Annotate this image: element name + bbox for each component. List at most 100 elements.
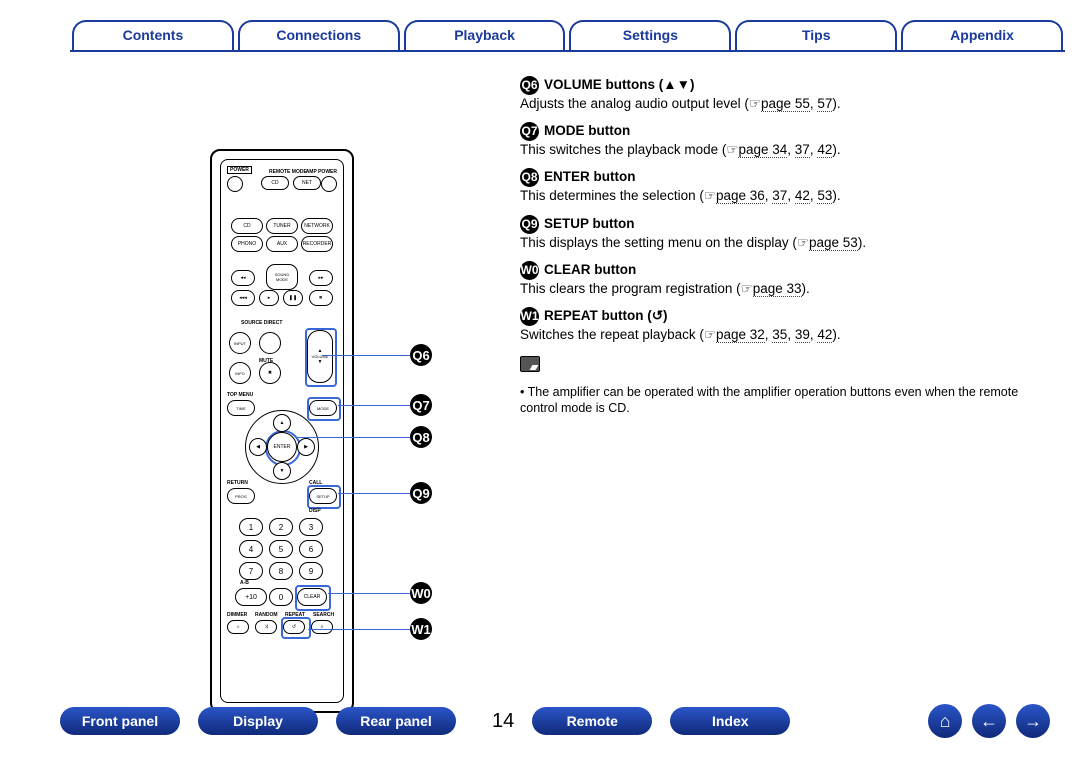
numpad-plus10: +10 [235, 588, 267, 606]
remote-right: ▶ [297, 438, 315, 456]
remote-info: INFO [229, 362, 251, 384]
label-topmenu: TOP MENU [227, 392, 253, 398]
desc-text-18: This determines the selection (☞page 36,… [520, 187, 1040, 205]
remote-mute: ✖ [259, 362, 281, 384]
page-link[interactable]: 42 [817, 327, 832, 343]
tab-connections[interactable]: Connections [238, 20, 400, 50]
remote-stop: ◾ [309, 290, 333, 306]
remote-illustration: POWER REMOTE MODE AMP POWER CD NET CD TU… [210, 149, 370, 709]
remote-search: ⌕ [311, 620, 333, 634]
bullet-20: W0 [520, 261, 539, 280]
note-section: The amplifier can be operated with the a… [520, 356, 1040, 417]
bullet-18: Q8 [520, 168, 539, 187]
desc-item-17: Q7MODE buttonThis switches the playback … [520, 122, 1040, 159]
remote-aux: AUX [266, 236, 298, 252]
remote-volume: ▲ VOLUME ▼ [307, 330, 333, 383]
callout-16: Q6 [410, 344, 432, 366]
remote-network: NETWORK [301, 218, 333, 234]
desc-text-21: Switches the repeat playback (☞page 32, … [520, 326, 1040, 344]
nav-remote[interactable]: Remote [532, 707, 652, 735]
remote-play: ▸ [259, 290, 279, 306]
remote-clear: CLEAR [297, 588, 327, 606]
pointer-icon: ☞ [749, 96, 761, 111]
page-link[interactable]: 53 [817, 188, 832, 204]
label-remote-mode: REMOTE MODE [269, 169, 307, 175]
remote-mode: MODE [309, 400, 337, 416]
note-text: The amplifier can be operated with the a… [520, 384, 1040, 418]
numpad-2: 2 [269, 518, 293, 536]
desc-text-16: Adjusts the analog audio output level (☞… [520, 95, 1040, 113]
page-link[interactable]: 37 [772, 188, 787, 204]
desc-text-17: This switches the playback mode (☞page 3… [520, 141, 1040, 159]
remote-time: TIME [227, 400, 255, 416]
remote-tuner: TUNER [266, 218, 298, 234]
callout-17: Q7 [410, 394, 432, 416]
page-link[interactable]: page 33 [753, 281, 802, 297]
remote-soundmode: SOUND MODE [266, 264, 298, 290]
callout-18: Q8 [410, 426, 432, 448]
bullet-19: Q9 [520, 215, 539, 234]
page-link[interactable]: page 34 [738, 142, 787, 158]
home-button[interactable]: ⌂ [928, 704, 962, 738]
bullet-17: Q7 [520, 122, 539, 141]
label-source: SOURCE DIRECT [241, 320, 282, 326]
label-random: RANDOM [255, 612, 278, 618]
page-link[interactable]: 42 [795, 188, 810, 204]
remote-prog: PROG [227, 488, 255, 504]
page-link[interactable]: 42 [817, 142, 832, 158]
remote-repeat: ↺ [283, 620, 305, 634]
remote-cd2: CD [231, 218, 263, 234]
label-power: POWER [227, 166, 252, 174]
nav-index[interactable]: Index [670, 707, 790, 735]
remote-enter: ENTER [267, 432, 297, 462]
label-return: RETURN [227, 480, 248, 486]
page-link[interactable]: page 36 [716, 188, 765, 204]
nav-rear-panel[interactable]: Rear panel [336, 707, 456, 735]
label-disp: DISP [309, 508, 321, 514]
desc-item-16: Q6VOLUME buttons (▲▼)Adjusts the analog … [520, 76, 1040, 113]
remote-input: INPUT [229, 332, 251, 354]
numpad-6: 6 [299, 540, 323, 558]
desc-text-20: This clears the program registration (☞p… [520, 280, 1040, 298]
callout-20: W0 [410, 582, 432, 604]
remote-cd: CD [261, 176, 289, 190]
remote-up: ▲ [273, 414, 291, 432]
numpad-0: 0 [269, 588, 293, 606]
tab-settings[interactable]: Settings [569, 20, 731, 50]
pointer-icon: ☞ [704, 327, 716, 342]
desc-item-20: W0CLEAR buttonThis clears the program re… [520, 261, 1040, 298]
desc-text-19: This displays the setting menu on the di… [520, 234, 1040, 252]
tab-appendix[interactable]: Appendix [901, 20, 1063, 50]
prev-button[interactable]: ← [972, 704, 1006, 738]
tab-playback[interactable]: Playback [404, 20, 566, 50]
pencil-icon [520, 356, 540, 372]
label-search: SEARCH [313, 612, 334, 618]
tab-tips[interactable]: Tips [735, 20, 897, 50]
description-list: Q6VOLUME buttons (▲▼)Adjusts the analog … [520, 76, 1040, 417]
nav-front-panel[interactable]: Front panel [60, 707, 180, 735]
bullet-21: W1 [520, 307, 539, 326]
pointer-icon: ☞ [741, 281, 753, 296]
top-nav: Contents Connections Playback Settings T… [70, 20, 1065, 52]
page-link[interactable]: page 53 [809, 235, 858, 251]
bottom-nav: Front panel Display Rear panel 14 Remote… [60, 701, 1050, 741]
desc-item-18: Q8ENTER buttonThis determines the select… [520, 168, 1040, 205]
page-link[interactable]: page 55 [761, 96, 810, 112]
remote-pause: ❚❚ [283, 290, 303, 306]
page-link[interactable]: 39 [795, 327, 810, 343]
pointer-icon: ☞ [704, 188, 716, 203]
page-link[interactable]: 35 [772, 327, 787, 343]
page-link[interactable]: 37 [795, 142, 810, 158]
tab-contents[interactable]: Contents [72, 20, 234, 50]
numpad-9: 9 [299, 562, 323, 580]
numpad-7: 7 [239, 562, 263, 580]
remote-prevtrack: ◂◂ [231, 270, 255, 286]
remote-dimmer: ☼ [227, 620, 249, 634]
remote-nexttrack: ▸▸ [309, 270, 333, 286]
page-link[interactable]: page 32 [716, 327, 765, 343]
next-button[interactable]: → [1016, 704, 1050, 738]
numpad-1: 1 [239, 518, 263, 536]
bullet-16: Q6 [520, 76, 539, 95]
nav-display[interactable]: Display [198, 707, 318, 735]
page-link[interactable]: 57 [817, 96, 832, 112]
